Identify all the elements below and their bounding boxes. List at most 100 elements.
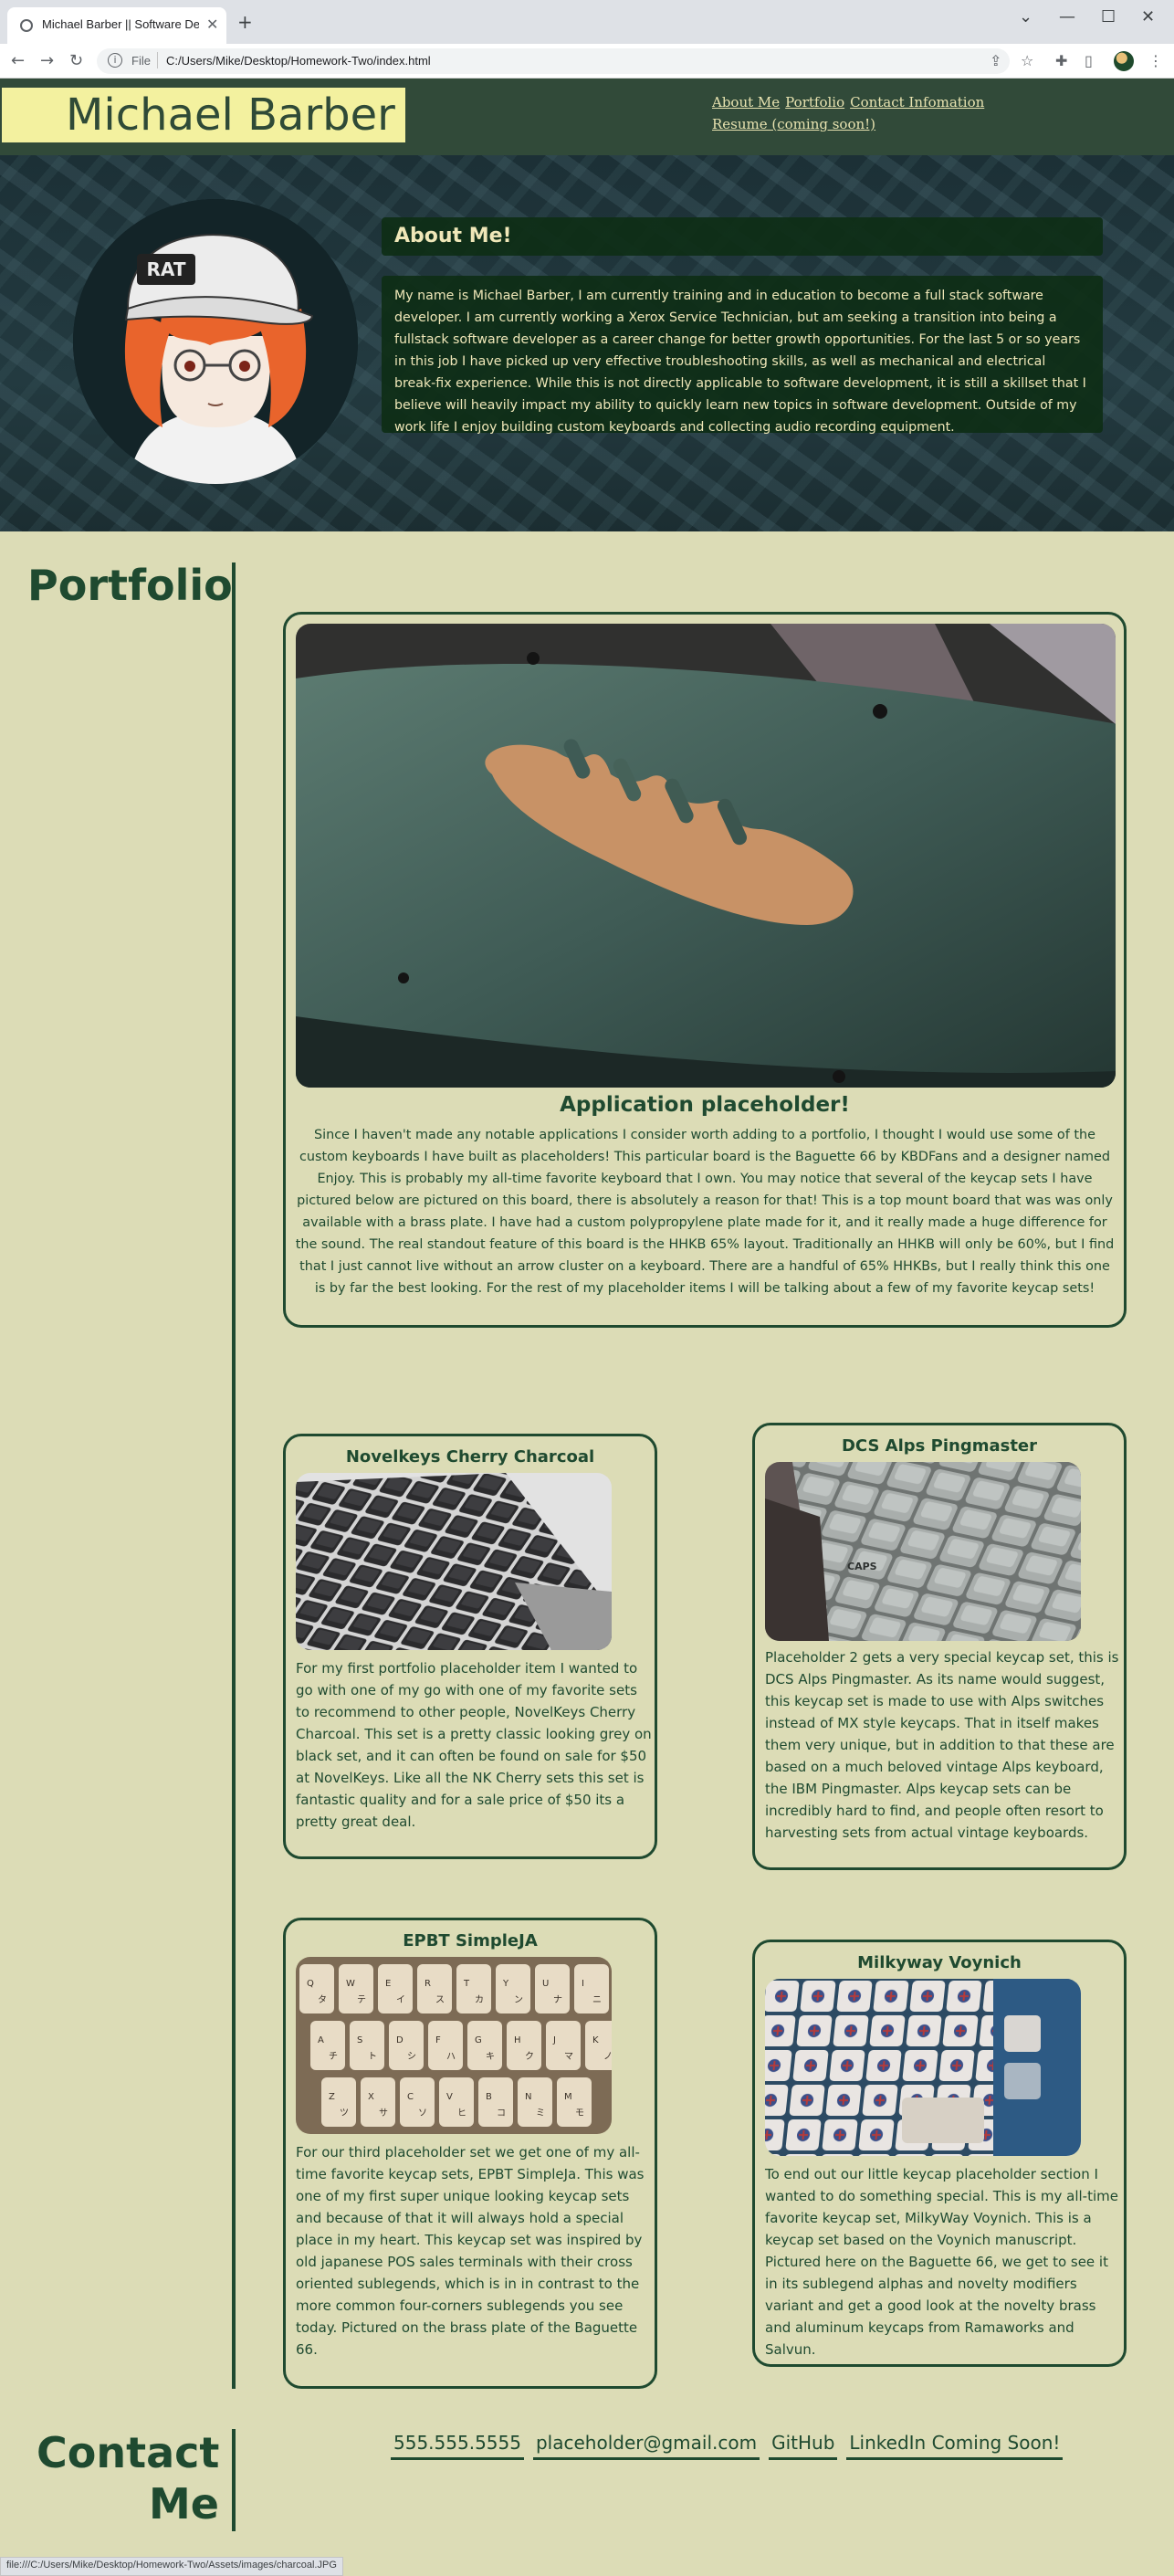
- extensions-icon[interactable]: ✚: [1055, 52, 1067, 69]
- card-title: EPBT SimpleJA: [403, 1931, 538, 1950]
- forward-icon[interactable]: →: [40, 51, 54, 70]
- simpleja-keycap: [496, 1964, 530, 2013]
- menu-icon[interactable]: ⋮: [1148, 52, 1163, 69]
- portfolio-card-pingmaster: DCS Alps Pingmaster CAPS Placeholder 2 g…: [752, 1423, 1127, 1870]
- close-window-icon[interactable]: ✕: [1141, 7, 1155, 26]
- simpleja-kana-legend: ス: [435, 1995, 445, 2005]
- profile-portrait: RAT: [73, 199, 358, 484]
- contact-links: 555.555.5555 placeholder@gmail.com GitHub L…: [391, 2432, 1072, 2460]
- simpleja-legend: R: [425, 1979, 431, 1989]
- simpleja-legend: F: [435, 2035, 441, 2045]
- side-panel-icon[interactable]: ▯: [1085, 52, 1093, 69]
- simpleja-kana-legend: ナ: [553, 1994, 562, 2005]
- info-icon[interactable]: i: [108, 53, 122, 68]
- simpleja-legend: V: [446, 2092, 453, 2102]
- simpleja-kana-legend: ン: [514, 1995, 523, 2005]
- browser-tabstrip: Michael Barber || Software Devel ✕ + ⌄ —…: [0, 0, 1174, 44]
- simpleja-keycap: [585, 2021, 612, 2070]
- simpleja-keycap: [361, 2077, 395, 2127]
- reload-icon[interactable]: ↻: [69, 51, 83, 70]
- portfolio-card-charcoal: Novelkeys Cherry Charcoal For my first p…: [283, 1434, 657, 1859]
- charcoal-keycaps-photo[interactable]: [296, 1473, 612, 1650]
- globe-icon: [20, 19, 33, 32]
- card-title: DCS Alps Pingmaster: [841, 1436, 1038, 1456]
- simpleja-legend: E: [385, 1979, 391, 1989]
- simpleja-keycap: [518, 2077, 552, 2127]
- contact-linkedin-link[interactable]: LinkedIn Coming Soon!: [846, 2432, 1064, 2460]
- bookmark-star-icon[interactable]: ☆: [1021, 52, 1033, 69]
- about-text: My name is Michael Barber, I am currentl…: [394, 289, 1086, 435]
- tab-title: Michael Barber || Software Devel: [42, 17, 199, 31]
- simpleja-kana-legend: ト: [368, 2052, 377, 2062]
- simpleja-kana-legend: ヒ: [457, 2108, 466, 2119]
- simpleja-keycap: [310, 2021, 345, 2070]
- simpleja-legend: Y: [502, 1979, 509, 1989]
- simpleja-keycap: [400, 2077, 435, 2127]
- contact-title-line1: Contact: [37, 2428, 220, 2477]
- about-body-box: My name is Michael Barber, I am currentl…: [382, 276, 1103, 435]
- simpleja-kana-legend: カ: [475, 1994, 484, 2005]
- portfolio-card-simpleja: EPBT SimpleJA Qタ Wテ Eイ Rス Tカ Yン Uナ Iニ Aチ Sト Dシ Fハ Gキ…: [283, 1918, 657, 2389]
- simpleja-keycap: [428, 2021, 463, 2070]
- contact-email-link[interactable]: placeholder@gmail.com: [532, 2432, 760, 2460]
- browser-tab[interactable]: Michael Barber || Software Devel ✕: [7, 7, 226, 44]
- address-bar[interactable]: i File C:/Users/Mike/Desktop/Homework-Tw…: [97, 48, 1010, 74]
- simpleja-kana-legend: ク: [525, 2051, 534, 2062]
- simpleja-keycap: [417, 1964, 452, 2013]
- card-text: To end out our little keycap placeholder…: [765, 2166, 1118, 2358]
- simpleja-keycap: [339, 1964, 373, 2013]
- contact-divider: [232, 2429, 236, 2531]
- about-heading: About Me!: [394, 225, 512, 247]
- browser-toolbar: ← → ↻ i File C:/Users/Mike/Desktop/Homew…: [0, 44, 1174, 79]
- contact-github-link[interactable]: GitHub: [769, 2432, 838, 2460]
- featured-title: Application placeholder!: [560, 1093, 850, 1117]
- address-url[interactable]: C:/Users/Mike/Desktop/Homework-Two/index…: [166, 54, 431, 68]
- simpleja-keycap: [321, 2077, 356, 2127]
- simpleja-keycap: [574, 1964, 609, 2013]
- simpleja-legend: N: [525, 2092, 531, 2102]
- nav-portfolio[interactable]: Portfolio: [785, 94, 844, 110]
- simpleja-keycap: [535, 1964, 570, 2013]
- maximize-icon[interactable]: ☐: [1101, 7, 1116, 26]
- simpleja-legend: M: [564, 2092, 572, 2102]
- about-hero: RAT About Me! My name is Michael Barber,…: [0, 155, 1174, 531]
- contact-phone-link[interactable]: 555.555.5555: [391, 2432, 524, 2460]
- tab-search-icon[interactable]: ⌄: [1019, 7, 1032, 26]
- simpleja-keycap: [478, 2077, 513, 2127]
- simpleja-kana-legend: コ: [497, 2108, 506, 2119]
- minimize-icon[interactable]: —: [1059, 7, 1075, 26]
- simpleja-legend: T: [463, 1979, 470, 1989]
- simpleja-legend: J: [552, 2035, 556, 2045]
- nav-about[interactable]: About Me: [712, 94, 780, 110]
- site-name: Michael Barber: [66, 89, 395, 141]
- voynich-keycaps-photo: [765, 1979, 1081, 2156]
- simpleja-keycap: [546, 2021, 581, 2070]
- nav-contact[interactable]: Contact Infomation: [850, 94, 984, 110]
- simpleja-legend: U: [542, 1979, 549, 1989]
- profile-avatar[interactable]: [1114, 51, 1134, 71]
- nav-resume[interactable]: Resume (coming soon!): [712, 116, 875, 132]
- about-heading-box: About Me!: [382, 217, 1103, 256]
- simpleja-kana-legend: ソ: [418, 2108, 427, 2119]
- simpleja-legend: Z: [329, 2092, 335, 2102]
- simpleja-keycaps-photo: Qタ Wテ Eイ Rス Tカ Yン Uナ Iニ Aチ Sト Dシ Fハ Gキ Hク Jマ Kノ Zツ Xサ Cソ Vヒ…: [296, 1957, 612, 2134]
- simpleja-kana-legend: テ: [357, 1995, 366, 2005]
- contact-title-line2: Me: [149, 2479, 219, 2529]
- simpleja-legend: G: [475, 2035, 482, 2045]
- simpleja-legend: C: [407, 2092, 414, 2102]
- simpleja-legend: X: [368, 2092, 374, 2102]
- address-scheme: File: [131, 54, 151, 68]
- share-icon[interactable]: ⇪: [990, 52, 1001, 69]
- simpleja-kana-legend: サ: [379, 2108, 388, 2119]
- svg-text:RAT: RAT: [147, 258, 186, 280]
- simpleja-legend: Q: [307, 1979, 314, 1989]
- back-icon[interactable]: ←: [11, 51, 25, 70]
- site-header: Michael Barber About Me Portfolio Contact …: [0, 79, 1174, 155]
- simpleja-legend: A: [318, 2035, 324, 2045]
- portfolio-title: Portfolio: [27, 561, 233, 610]
- new-tab-icon[interactable]: +: [237, 11, 253, 33]
- close-tab-icon[interactable]: ✕: [206, 16, 218, 33]
- card-title: Novelkeys Cherry Charcoal: [345, 1447, 595, 1467]
- simpleja-keycap: [389, 2021, 424, 2070]
- contact-title: Contact Me: [37, 2427, 219, 2529]
